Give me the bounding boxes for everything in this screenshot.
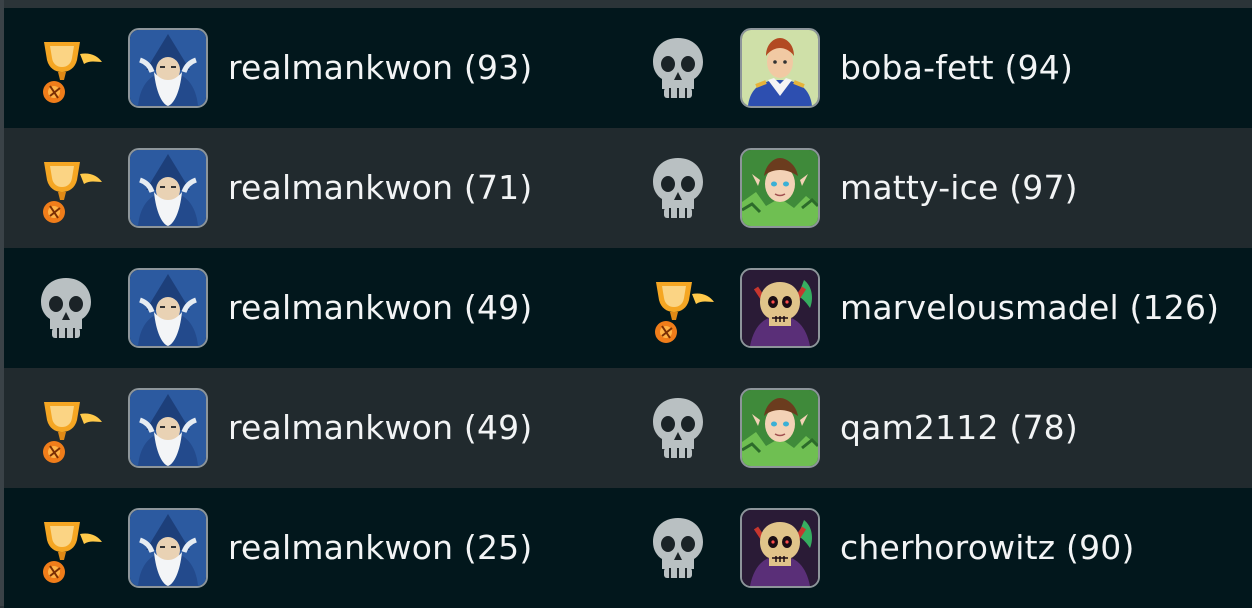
skull-icon — [26, 268, 106, 348]
player-name[interactable]: realmankwon (25) — [228, 488, 532, 608]
player-name[interactable]: realmankwon (93) — [228, 8, 532, 128]
trophy-icon — [26, 148, 106, 228]
player-slot-left: realmankwon (25) — [4, 488, 616, 608]
skull-icon — [638, 508, 718, 588]
player-name[interactable]: boba-fett (94) — [840, 8, 1073, 128]
player-slot-right: marvelousmadel (126) — [616, 248, 1252, 368]
elf-avatar[interactable] — [740, 388, 820, 468]
player-slot-right: matty-ice (97) — [616, 128, 1252, 248]
player-name[interactable]: realmankwon (49) — [228, 368, 532, 488]
wizard-avatar[interactable] — [128, 508, 208, 588]
battle-row[interactable]: realmankwon (49) qam2112 (78) — [4, 368, 1252, 488]
skull-demon-avatar[interactable] — [740, 268, 820, 348]
player-name[interactable]: cherhorowitz (90) — [840, 488, 1135, 608]
battle-row[interactable]: realmankwon (71) matty-ice (97) — [4, 128, 1252, 248]
player-name[interactable]: qam2112 (78) — [840, 368, 1078, 488]
player-slot-right: boba-fett (94) — [616, 8, 1252, 128]
battle-row[interactable]: realmankwon (93) boba-fett (94) — [4, 8, 1252, 128]
wizard-avatar[interactable] — [128, 388, 208, 468]
battle-row[interactable]: realmankwon (25) cherhorowitz (90) — [4, 488, 1252, 608]
wizard-avatar[interactable] — [128, 268, 208, 348]
player-name[interactable]: realmankwon (71) — [228, 128, 532, 248]
battle-row[interactable]: realmankwon (49) marvelousmadel (126) — [4, 248, 1252, 368]
player-name[interactable]: realmankwon (49) — [228, 248, 532, 368]
player-slot-right: qam2112 (78) — [616, 368, 1252, 488]
player-name[interactable]: marvelousmadel (126) — [840, 248, 1219, 368]
player-slot-right: cherhorowitz (90) — [616, 488, 1252, 608]
top-divider — [0, 0, 1252, 8]
player-slot-left: realmankwon (93) — [4, 8, 616, 128]
trophy-icon — [638, 268, 718, 348]
skull-icon — [638, 148, 718, 228]
trophy-icon — [26, 508, 106, 588]
player-slot-left: realmankwon (49) — [4, 248, 616, 368]
knight-avatar[interactable] — [740, 28, 820, 108]
battle-results-list: realmankwon (93) boba-fett (94) realmank… — [4, 8, 1252, 608]
wizard-avatar[interactable] — [128, 28, 208, 108]
skull-icon — [638, 28, 718, 108]
skull-demon-avatar[interactable] — [740, 508, 820, 588]
player-slot-left: realmankwon (71) — [4, 128, 616, 248]
player-slot-left: realmankwon (49) — [4, 368, 616, 488]
trophy-icon — [26, 28, 106, 108]
player-name[interactable]: matty-ice (97) — [840, 128, 1078, 248]
wizard-avatar[interactable] — [128, 148, 208, 228]
trophy-icon — [26, 388, 106, 468]
elf-avatar[interactable] — [740, 148, 820, 228]
skull-icon — [638, 388, 718, 468]
